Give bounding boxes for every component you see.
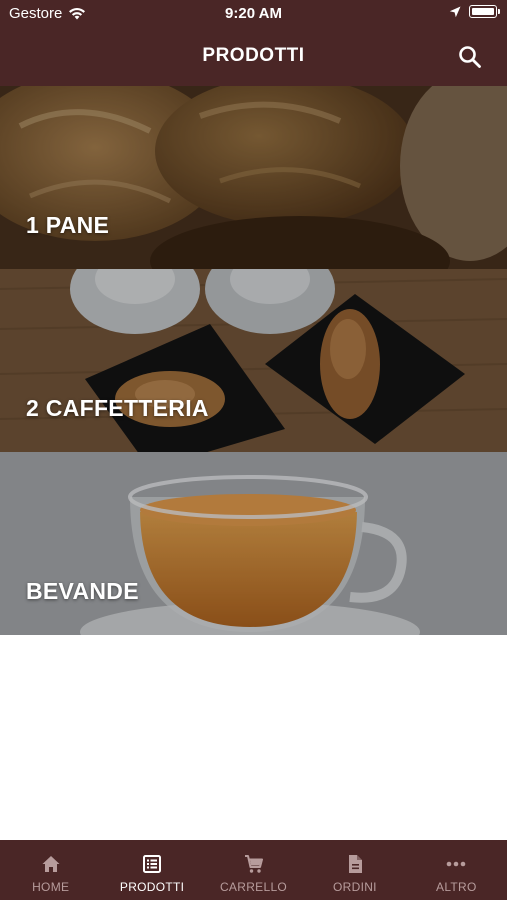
tab-prodotti[interactable]: PRODOTTI: [101, 840, 202, 900]
tab-carrello[interactable]: CARRELLO: [203, 840, 304, 900]
nav-bar: PRODOTTI: [0, 28, 507, 86]
tab-bar: HOME PRODOTTI CARRELLO ORDINI ALTRO: [0, 840, 507, 900]
list-icon: [143, 855, 162, 873]
tab-label: HOME: [32, 880, 70, 894]
category-pane[interactable]: 1 PANE: [0, 86, 507, 269]
status-bar: Gestore 9:20 AM: [0, 0, 507, 28]
category-label: 1 PANE: [26, 212, 110, 238]
page-title: PRODOTTI: [202, 45, 305, 66]
tea-cup-image: [0, 452, 507, 635]
tab-label: ALTRO: [436, 880, 477, 894]
tab-label: ORDINI: [333, 880, 377, 894]
tab-label: CARRELLO: [219, 880, 288, 894]
coffee-pastry-image: [0, 269, 507, 452]
category-label: BEVANDE: [26, 578, 139, 604]
tab-label: PRODOTTI: [119, 880, 185, 894]
location-arrow-icon: [449, 6, 461, 17]
status-right: [449, 5, 500, 18]
home-icon: [42, 856, 60, 872]
status-time: 9:20 AM: [225, 5, 282, 22]
category-label: 2 CAFFETTERIA: [26, 395, 209, 421]
tab-altro[interactable]: ALTRO: [406, 840, 507, 900]
category-caffetteria[interactable]: 2 CAFFETTERIA: [0, 269, 507, 452]
category-bevande[interactable]: BEVANDE: [0, 452, 507, 635]
search-icon[interactable]: [457, 44, 483, 70]
document-icon: [348, 855, 362, 873]
tab-home[interactable]: HOME: [0, 840, 101, 900]
more-icon: [447, 861, 466, 867]
cart-icon: [244, 855, 263, 873]
tab-ordini[interactable]: ORDINI: [304, 840, 405, 900]
bread-image: [0, 86, 507, 269]
battery-icon: [469, 5, 500, 18]
